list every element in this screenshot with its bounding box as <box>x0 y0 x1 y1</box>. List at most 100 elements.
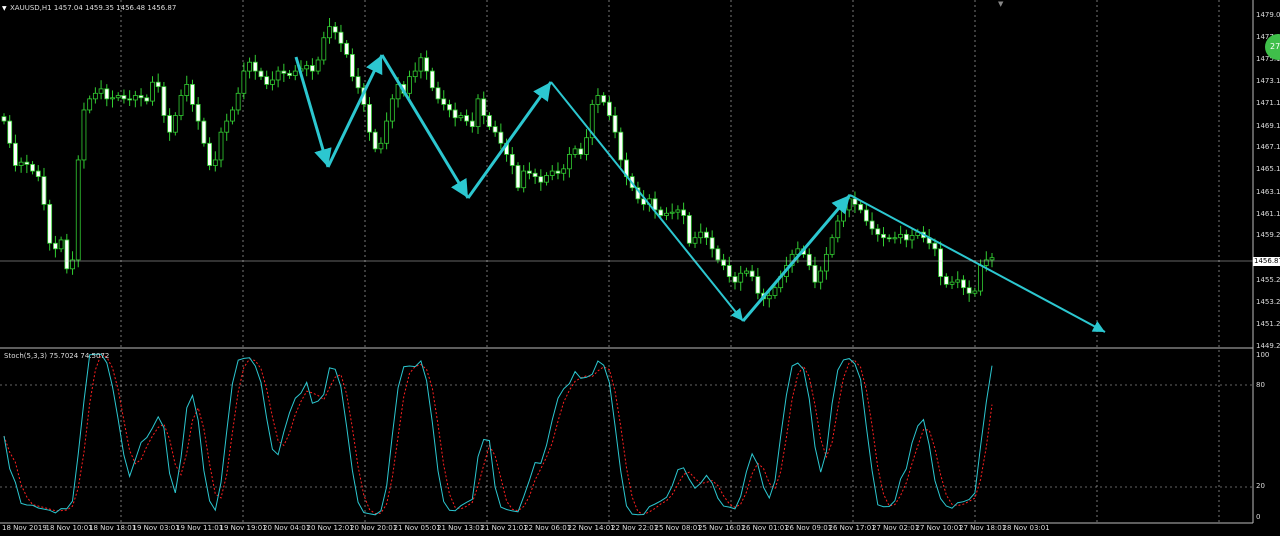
candle-body <box>424 57 430 72</box>
candle-body <box>178 95 184 116</box>
candle-body <box>898 233 904 239</box>
time-label: 20 Nov 20:01 <box>350 524 398 532</box>
candle-body <box>429 70 435 89</box>
price-label: 1453.20 <box>1256 298 1280 307</box>
time-label: 21 Nov 13:01 <box>437 524 485 532</box>
candle-body <box>138 95 144 99</box>
candle-body <box>532 172 538 178</box>
time-label: 19 Nov 11:01 <box>176 524 224 532</box>
time-label: 19 Nov 19:01 <box>219 524 267 532</box>
price-label: 1463.15 <box>1256 187 1280 196</box>
stoch-level-20: 20 <box>1256 482 1265 490</box>
candle-body <box>121 95 127 100</box>
price-label: 1455.20 <box>1256 275 1280 284</box>
candle-body <box>87 98 93 111</box>
candle-body <box>487 115 492 128</box>
candle-body <box>344 42 350 55</box>
candle-body <box>972 290 978 294</box>
candle-body <box>327 26 332 39</box>
price-label: 1471.10 <box>1256 99 1280 108</box>
candle-body <box>492 126 498 133</box>
candle-body <box>527 170 532 174</box>
candle-body <box>81 109 87 161</box>
price-label: 1449.25 <box>1256 342 1280 350</box>
candle-body <box>481 98 487 116</box>
candle-body <box>806 253 812 266</box>
candle-body <box>561 168 567 174</box>
candle-body <box>846 198 852 211</box>
candle-body <box>732 276 738 283</box>
candle-body <box>601 95 607 103</box>
candle-body <box>195 104 201 122</box>
candle-body <box>98 88 104 94</box>
candle-body <box>903 233 909 241</box>
candle-body <box>270 79 275 85</box>
time-label: 19 Nov 03:01 <box>132 524 180 532</box>
candle-body <box>418 57 424 72</box>
candle-body <box>378 142 384 150</box>
candle-body <box>150 81 155 102</box>
candle-body <box>332 26 338 33</box>
candle-body <box>704 231 709 239</box>
candle-body <box>618 131 624 161</box>
candle-body <box>715 248 721 261</box>
candle-body <box>338 31 344 44</box>
candle-body <box>184 84 190 96</box>
price-chart[interactable] <box>0 0 1280 536</box>
candle-body <box>167 115 173 133</box>
candle-body <box>30 163 35 172</box>
candle-body <box>304 65 310 70</box>
candle-body <box>144 97 150 102</box>
stoch-level-100: 100 <box>1256 351 1270 359</box>
candle-body <box>943 276 949 285</box>
candle-body <box>938 248 944 277</box>
candle-body <box>230 109 235 122</box>
candle-body <box>606 101 612 116</box>
candle-body <box>252 61 258 72</box>
shift-marker-icon[interactable]: ▼ <box>998 0 1003 8</box>
candle-body <box>258 70 264 78</box>
candle-body <box>544 175 549 183</box>
candle-body <box>212 159 218 166</box>
candle-body <box>41 176 47 205</box>
candle-body <box>578 148 584 155</box>
candle-body <box>978 265 983 292</box>
time-label: 20 Nov 04:01 <box>263 524 311 532</box>
stoch-level-0: 0 <box>1256 513 1261 521</box>
candle-body <box>669 211 675 214</box>
candle-body <box>58 239 64 250</box>
candle-body <box>744 270 749 274</box>
time-label: 25 Nov 08:01 <box>654 524 702 532</box>
time-label: 27 Nov 02:01 <box>872 524 920 532</box>
candle-body <box>458 115 464 119</box>
candle-body <box>829 237 835 255</box>
candle-body <box>818 270 824 283</box>
price-label: 1451.25 <box>1256 319 1280 328</box>
time-label: 26 Nov 01:01 <box>741 524 789 532</box>
candle-body <box>509 153 515 166</box>
candle-body <box>452 109 458 119</box>
candle-body <box>47 203 53 244</box>
time-label: 26 Nov 17:01 <box>828 524 876 532</box>
time-label: 27 Nov 10:01 <box>915 524 963 532</box>
candle-body <box>863 209 869 222</box>
candle-body <box>292 70 298 76</box>
stoch-level-80: 80 <box>1256 381 1265 389</box>
candle-body <box>675 209 681 213</box>
triangle-down-icon[interactable]: ▼ <box>2 5 7 12</box>
candle-body <box>549 170 555 176</box>
candle-body <box>886 237 892 240</box>
symbol-info: XAUUSD,H1 1457.04 1459.35 1456.48 1456.8… <box>10 4 177 12</box>
candle-body <box>355 76 361 89</box>
candle-body <box>110 97 115 100</box>
candle-body <box>435 87 441 100</box>
time-label: 18 Nov 10:01 <box>45 524 93 532</box>
candle-body <box>372 131 378 150</box>
candle-body <box>772 287 778 296</box>
indicator-title: Stoch(5,3,3) 75.7024 74.5072 <box>4 352 110 360</box>
candle-body <box>681 209 687 216</box>
candle-body <box>235 92 241 111</box>
candle-body <box>949 281 955 285</box>
price-label: 1469.10 <box>1256 121 1280 130</box>
candle-body <box>755 276 761 294</box>
